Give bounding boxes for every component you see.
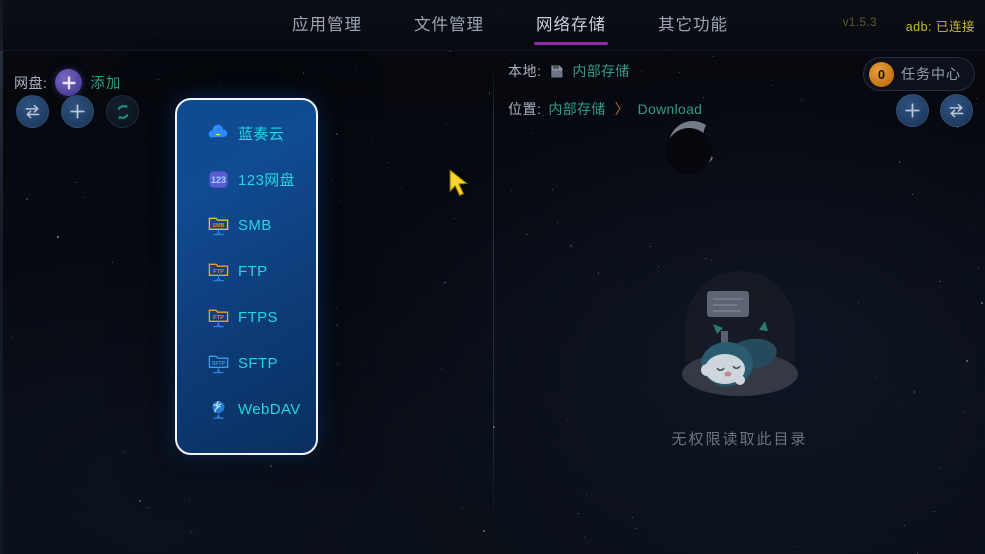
tab-other-functions[interactable]: 其它功能 — [656, 7, 730, 45]
add-netdisk-button[interactable] — [55, 69, 83, 96]
menu-item-smb[interactable]: SMB SMB — [177, 202, 316, 248]
menu-item-label: SFTP — [238, 354, 278, 372]
sftp-icon: SFTP — [208, 355, 229, 373]
location-label: 位置: — [508, 101, 542, 117]
smb-icon: SMB — [208, 217, 229, 235]
menu-item-ftp[interactable]: FTP FTP — [177, 248, 316, 294]
version-label: v1.5.3 — [842, 17, 877, 29]
tab-file-management[interactable]: 文件管理 — [412, 7, 486, 45]
netdisk-label: 网盘: — [14, 74, 48, 91]
ftps-icon: FTP — [208, 309, 229, 327]
add-remote-button[interactable] — [896, 94, 929, 127]
transfer-remote-button[interactable] — [940, 94, 973, 127]
tab-label: 应用管理 — [292, 15, 362, 34]
svg-text:FTP: FTP — [213, 315, 224, 321]
svg-text:FTP: FTP — [213, 269, 224, 275]
menu-item-label: FTP — [238, 262, 268, 280]
webdav-icon — [212, 400, 225, 419]
breadcrumb-root[interactable]: 内部存储 — [548, 99, 605, 119]
lanzou-cloud-icon — [208, 124, 228, 138]
tab-label: 文件管理 — [414, 15, 484, 34]
menu-item-label: 蓝奏云 — [238, 125, 285, 143]
tab-network-storage[interactable]: 网络存储 — [534, 7, 608, 45]
sync-icon — [117, 103, 128, 120]
empty-state: 无权限读取此目录 — [494, 256, 985, 449]
menu-item-label: WebDAV — [238, 400, 301, 418]
local-storage-value[interactable]: 内部存储 — [572, 61, 629, 81]
adb-status-label: adb: 已连接 — [905, 20, 975, 34]
breadcrumb-current[interactable]: Download — [638, 101, 703, 117]
netdisk-type-dropdown[interactable]: 蓝奏云 123 123网盘 SMB SMB FTP FTP FTP FTPS S… — [175, 98, 318, 455]
swap-icon — [949, 103, 964, 118]
tab-active-underline — [534, 41, 608, 45]
ftp-icon: FTP — [208, 263, 229, 281]
left-panel: 网盘: 添加 蓝奏云 123 123网盘 SMB SMB FTP FTP FTP… — [0, 51, 493, 554]
task-center-button[interactable]: 0 任务中心 — [863, 57, 975, 91]
menu-item-label: 123网盘 — [238, 171, 296, 189]
plus-icon — [62, 75, 76, 90]
location-breadcrumb: 位置: 内部存储 〉 Download — [508, 99, 702, 119]
refresh-button[interactable] — [106, 95, 139, 128]
plus-icon — [905, 103, 920, 118]
svg-text:SFTP: SFTP — [212, 361, 226, 367]
menu-item-label: FTPS — [238, 308, 278, 326]
netdisk-header: 网盘: 添加 — [14, 69, 121, 96]
local-label: 本地: — [508, 63, 542, 79]
svg-text:123: 123 — [211, 174, 226, 184]
menu-item-webdav[interactable]: WebDAV — [177, 386, 316, 432]
empty-state-text: 无权限读取此目录 — [671, 431, 808, 448]
add-button[interactable] — [61, 95, 94, 128]
plus-icon — [70, 104, 85, 119]
add-netdisk-label[interactable]: 添加 — [90, 72, 121, 93]
menu-item-sftp[interactable]: SFTP SFTP — [177, 340, 316, 386]
right-panel: 本地: 内部存储 位置: 内部存储 〉 Download 0 任务中心 无权限读… — [494, 51, 985, 554]
left-toolbar — [16, 95, 139, 128]
task-count-badge: 0 — [869, 61, 894, 87]
menu-item-lanzou[interactable]: 蓝奏云 — [177, 110, 316, 156]
right-toolbar — [896, 94, 973, 127]
tab-label: 其它功能 — [658, 15, 728, 34]
top-navigation-bar: 应用管理 文件管理 网络存储 其它功能 v1.5.3 adb: 已连接 — [0, 0, 985, 51]
123pan-icon: 123 — [209, 170, 228, 188]
tab-app-management[interactable]: 应用管理 — [290, 7, 364, 45]
menu-item-label: SMB — [238, 216, 272, 234]
menu-item-ftps[interactable]: FTP FTPS — [177, 294, 316, 340]
tab-bar: 应用管理 文件管理 网络存储 其它功能 — [290, 0, 730, 51]
crescent-moon-icon — [666, 121, 713, 174]
chevron-right-icon: 〉 — [614, 101, 629, 117]
task-center-label: 任务中心 — [901, 66, 961, 82]
svg-text:SMB: SMB — [213, 223, 225, 229]
swap-icon — [25, 104, 40, 119]
no-permission-illustration — [681, 271, 798, 396]
tab-label: 网络存储 — [536, 15, 606, 34]
transfer-button[interactable] — [16, 95, 49, 128]
local-storage-row: 本地: 内部存储 — [508, 61, 630, 81]
sd-card-icon — [551, 65, 563, 77]
menu-item-123pan[interactable]: 123 123网盘 — [177, 156, 316, 202]
